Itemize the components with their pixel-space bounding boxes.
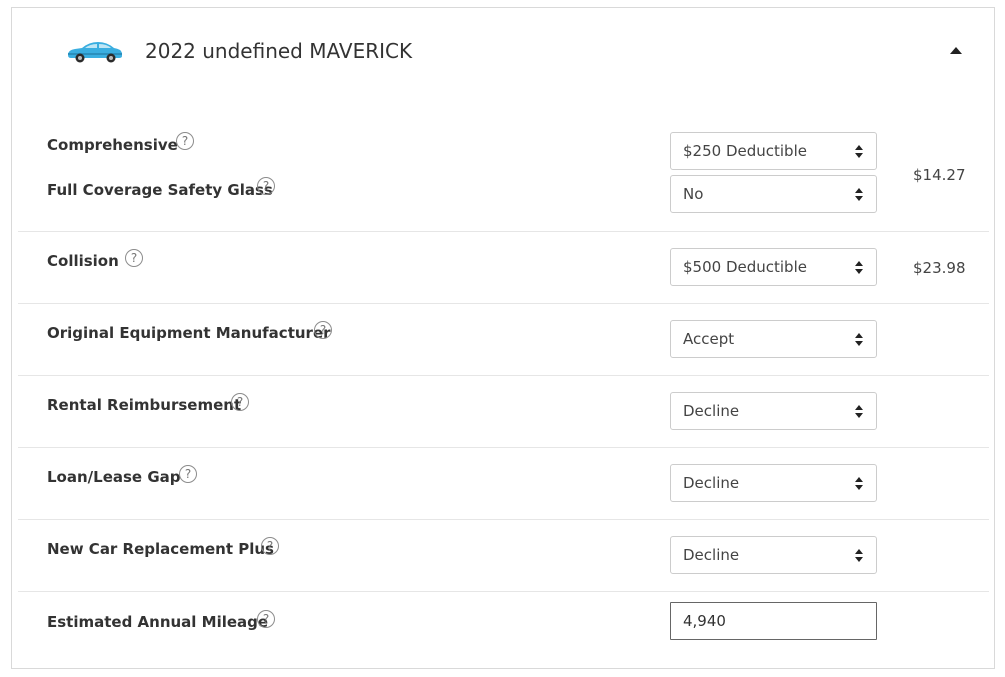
- car-icon: [68, 42, 122, 63]
- row-oem: Original Equipment Manufacturer ? Accept: [18, 304, 989, 376]
- select-arrows-icon: [855, 333, 863, 347]
- row-comprehensive: Comprehensive ? $250 Deductible Full Cov…: [18, 98, 989, 232]
- oem-label: Original Equipment Manufacturer: [47, 324, 331, 342]
- safety-glass-help-icon[interactable]: ?: [257, 177, 275, 195]
- collision-help-icon[interactable]: ?: [125, 249, 143, 267]
- new-car-help-icon[interactable]: ?: [261, 537, 279, 555]
- gap-label: Loan/Lease Gap: [47, 468, 181, 486]
- caret-up-icon: [950, 47, 962, 54]
- comprehensive-price: $14.27: [913, 166, 966, 184]
- collapse-button[interactable]: [946, 44, 966, 60]
- new-car-select-value: Decline: [683, 546, 740, 564]
- gap-help-icon[interactable]: ?: [179, 465, 197, 483]
- select-arrows-icon: [855, 145, 863, 159]
- collision-select[interactable]: $500 Deductible: [670, 248, 877, 286]
- oem-help-icon[interactable]: ?: [314, 321, 332, 339]
- rental-select-value: Decline: [683, 402, 740, 420]
- collision-price: $23.98: [913, 259, 966, 277]
- collision-select-value: $500 Deductible: [683, 258, 807, 276]
- comprehensive-select[interactable]: $250 Deductible: [670, 132, 877, 170]
- new-car-label: New Car Replacement Plus: [47, 540, 274, 558]
- comprehensive-label: Comprehensive: [47, 136, 178, 154]
- select-arrows-icon: [855, 188, 863, 202]
- row-collision: Collision ? $500 Deductible $23.98: [18, 232, 989, 304]
- gap-select[interactable]: Decline: [670, 464, 877, 502]
- oem-select[interactable]: Accept: [670, 320, 877, 358]
- vehicle-header: 2022 undefined MAVERICK: [12, 8, 994, 98]
- row-mileage: Estimated Annual Mileage ?: [18, 592, 989, 668]
- comprehensive-help-icon[interactable]: ?: [176, 132, 194, 150]
- rental-label: Rental Reimbursement: [47, 396, 242, 414]
- select-arrows-icon: [855, 477, 863, 491]
- safety-glass-label: Full Coverage Safety Glass: [47, 181, 273, 199]
- mileage-input[interactable]: [670, 602, 877, 640]
- rental-select[interactable]: Decline: [670, 392, 877, 430]
- collision-label: Collision: [47, 252, 119, 270]
- safety-glass-select-value: No: [683, 185, 704, 203]
- gap-select-value: Decline: [683, 474, 740, 492]
- select-arrows-icon: [855, 549, 863, 563]
- rental-help-icon[interactable]: ?: [231, 393, 249, 411]
- safety-glass-select[interactable]: No: [670, 175, 877, 213]
- comprehensive-select-value: $250 Deductible: [683, 142, 807, 160]
- mileage-help-icon[interactable]: ?: [257, 610, 275, 628]
- vehicle-title: 2022 undefined MAVERICK: [145, 39, 413, 63]
- row-rental: Rental Reimbursement ? Decline: [18, 376, 989, 448]
- row-new-car: New Car Replacement Plus ? Decline: [18, 520, 989, 592]
- select-arrows-icon: [855, 405, 863, 419]
- row-gap: Loan/Lease Gap ? Decline: [18, 448, 989, 520]
- select-arrows-icon: [855, 261, 863, 275]
- oem-select-value: Accept: [683, 330, 735, 348]
- vehicle-coverage-card: 2022 undefined MAVERICK Comprehensive ? …: [11, 7, 995, 669]
- new-car-select[interactable]: Decline: [670, 536, 877, 574]
- mileage-label: Estimated Annual Mileage: [47, 613, 269, 631]
